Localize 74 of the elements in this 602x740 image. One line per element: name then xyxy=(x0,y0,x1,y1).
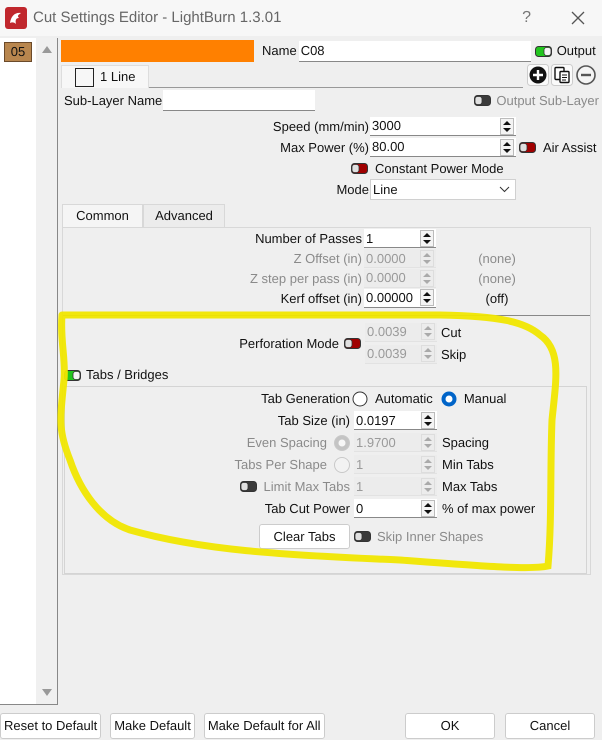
status-note: (none) xyxy=(478,270,516,288)
field-suffix: % of max power xyxy=(442,500,536,518)
close-icon[interactable] xyxy=(571,11,585,25)
field-label: Z Offset (in) xyxy=(294,250,362,268)
sublayer-name-field[interactable] xyxy=(163,90,316,111)
field-label: Even Spacing xyxy=(246,434,327,452)
setting-label: Air Assist xyxy=(543,138,596,157)
field-label: Tab Cut Power xyxy=(264,500,350,518)
window-title: Cut Settings Editor - LightBurn 1.3.01 xyxy=(33,8,282,28)
spin-box[interactable]: 0.0197 xyxy=(354,411,437,430)
add-icon[interactable] xyxy=(527,64,549,86)
field-suffix: Cut xyxy=(441,324,462,342)
settings-tab[interactable]: Common xyxy=(62,204,143,227)
remove-icon[interactable] xyxy=(575,64,597,86)
spin-box[interactable]: 0 xyxy=(354,499,437,518)
field-suffix: Skip xyxy=(441,346,466,364)
footer-button[interactable]: OK xyxy=(405,713,495,739)
tab-label: 1 Line xyxy=(100,68,136,86)
field-label: Tabs Per Shape xyxy=(234,456,327,474)
footer-button[interactable]: Cancel xyxy=(505,713,595,739)
layer-color-swatch[interactable] xyxy=(61,40,254,62)
radio-label: Manual xyxy=(464,390,506,408)
settings-tab[interactable]: Advanced xyxy=(143,204,225,227)
footer-button[interactable]: Make Default for All xyxy=(204,713,325,739)
layer-item[interactable]: 05 xyxy=(4,42,32,62)
app-icon xyxy=(5,7,27,29)
spin-box[interactable]: 1 xyxy=(364,229,436,248)
field-label: Limit Max Tabs xyxy=(264,478,350,496)
spin-box[interactable]: 3000 xyxy=(370,117,516,136)
radio-button[interactable] xyxy=(352,390,368,407)
help-button[interactable]: ? xyxy=(522,6,531,30)
field-label: Tab Size (in) xyxy=(278,412,350,430)
spin-box[interactable]: 80.00 xyxy=(370,138,516,157)
checkbox[interactable] xyxy=(75,68,94,86)
spin-box[interactable]: 0.00000 xyxy=(364,288,436,308)
output-sublayer-label: Output Sub-Layer xyxy=(496,92,599,110)
toggle-switch[interactable] xyxy=(351,163,368,174)
sublayer-name-label: Sub-Layer Name xyxy=(64,92,162,110)
radio-label: Automatic xyxy=(375,390,433,408)
setting-label: Max Power (%) xyxy=(280,138,369,157)
field-suffix: Min Tabs xyxy=(442,456,494,474)
spinner-arrows-icon[interactable] xyxy=(421,412,435,429)
field-label: Z step per pass (in) xyxy=(250,270,362,288)
radio-button[interactable] xyxy=(440,390,457,407)
field-label: Perforation Mode xyxy=(239,334,339,353)
field-label: Number of Passes xyxy=(255,230,362,248)
setting-label: Constant Power Mode xyxy=(375,160,504,178)
spinner-arrows-icon[interactable] xyxy=(421,500,435,517)
field-suffix: Max Tabs xyxy=(442,478,498,496)
mode-dropdown[interactable]: Line xyxy=(370,179,516,200)
spinner-arrows-icon[interactable] xyxy=(420,230,434,247)
output-label: Output xyxy=(556,42,596,60)
toggle-switch[interactable] xyxy=(519,142,536,153)
setting-label: Mode xyxy=(336,180,369,199)
chevron-down-icon[interactable] xyxy=(499,186,510,193)
spinner-arrows-icon[interactable] xyxy=(420,289,434,306)
toggle-switch[interactable] xyxy=(344,338,361,349)
sublayer-tab[interactable]: 1 Line xyxy=(61,65,150,88)
copy-icon[interactable] xyxy=(551,64,573,86)
toggle-label: Skip Inner Shapes xyxy=(377,528,484,546)
name-label: Name xyxy=(262,42,297,60)
setting-label: Speed (mm/min) xyxy=(272,118,369,136)
name-field[interactable]: C08 xyxy=(298,40,531,62)
footer-button[interactable]: Reset to Default xyxy=(0,713,102,739)
toggle-switch[interactable] xyxy=(534,46,552,56)
field-suffix: Spacing xyxy=(442,434,489,452)
status-note: (none) xyxy=(478,250,516,268)
group-title: Tabs / Bridges xyxy=(86,366,168,384)
field-label: Tab Generation xyxy=(261,390,350,408)
spinner-arrows-icon[interactable] xyxy=(500,118,514,134)
footer-button[interactable]: Make Default xyxy=(110,713,195,739)
spinner-arrows-icon[interactable] xyxy=(500,138,514,156)
field-label: Kerf offset (in) xyxy=(280,290,362,308)
status-note: (off) xyxy=(486,290,508,308)
